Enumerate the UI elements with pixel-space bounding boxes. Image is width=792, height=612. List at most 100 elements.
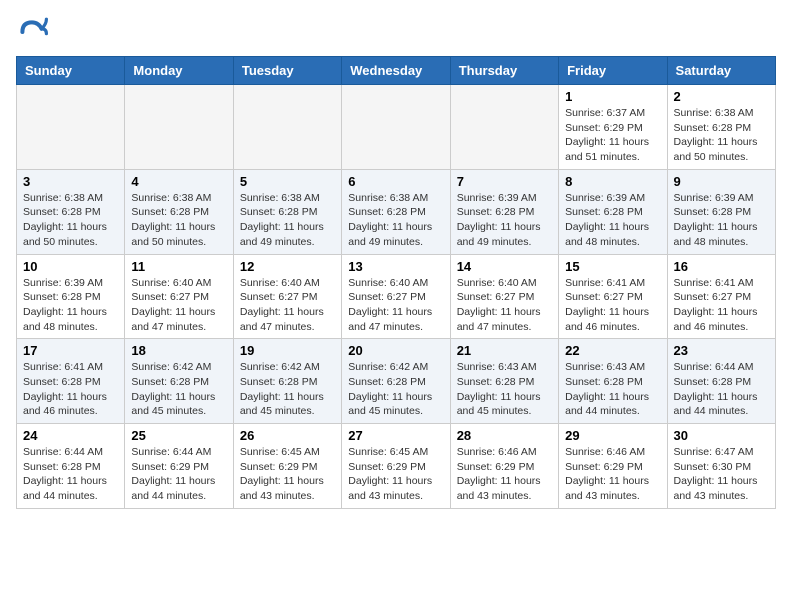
calendar-week-row: 3 Sunrise: 6:38 AM Sunset: 6:28 PM Daylig… [17, 169, 776, 254]
day-info: Sunrise: 6:37 AM Sunset: 6:29 PM Dayligh… [565, 106, 660, 165]
day-number: 29 [565, 428, 660, 443]
calendar-header-row: SundayMondayTuesdayWednesdayThursdayFrid… [17, 57, 776, 85]
day-number: 16 [674, 259, 769, 274]
col-header-tuesday: Tuesday [233, 57, 341, 85]
col-header-sunday: Sunday [17, 57, 125, 85]
logo-icon [16, 16, 48, 48]
day-number: 13 [348, 259, 443, 274]
col-header-saturday: Saturday [667, 57, 775, 85]
day-number: 5 [240, 174, 335, 189]
calendar-cell: 1 Sunrise: 6:37 AM Sunset: 6:29 PM Daylig… [559, 85, 667, 170]
day-info: Sunrise: 6:43 AM Sunset: 6:28 PM Dayligh… [457, 360, 552, 419]
calendar-week-row: 1 Sunrise: 6:37 AM Sunset: 6:29 PM Daylig… [17, 85, 776, 170]
day-number: 8 [565, 174, 660, 189]
calendar-cell: 16 Sunrise: 6:41 AM Sunset: 6:27 PM Dayli… [667, 254, 775, 339]
calendar-cell: 30Sunrise: 6:47 AM Sunset: 6:30 PM Dayli… [667, 424, 775, 509]
day-info: Sunrise: 6:44 AM Sunset: 6:28 PM Dayligh… [23, 445, 118, 504]
calendar-cell: 24 Sunrise: 6:44 AM Sunset: 6:28 PM Dayli… [17, 424, 125, 509]
calendar-cell: 8 Sunrise: 6:39 AM Sunset: 6:28 PM Daylig… [559, 169, 667, 254]
day-info: Sunrise: 6:39 AM Sunset: 6:28 PM Dayligh… [23, 276, 118, 335]
calendar-cell: 27Sunrise: 6:45 AM Sunset: 6:29 PM Dayli… [342, 424, 450, 509]
calendar-cell: 7 Sunrise: 6:39 AM Sunset: 6:28 PM Daylig… [450, 169, 558, 254]
calendar-cell: 23 Sunrise: 6:44 AM Sunset: 6:28 PM Dayli… [667, 339, 775, 424]
day-number: 12 [240, 259, 335, 274]
calendar-cell: 25 Sunrise: 6:44 AM Sunset: 6:29 PM Dayli… [125, 424, 233, 509]
calendar-cell [233, 85, 341, 170]
day-info: Sunrise: 6:40 AM Sunset: 6:27 PM Dayligh… [131, 276, 226, 335]
calendar-cell: 11 Sunrise: 6:40 AM Sunset: 6:27 PM Dayli… [125, 254, 233, 339]
day-number: 9 [674, 174, 769, 189]
day-info: Sunrise: 6:38 AM Sunset: 6:28 PM Dayligh… [674, 106, 769, 165]
day-number: 4 [131, 174, 226, 189]
day-number: 17 [23, 343, 118, 358]
calendar-cell: 2 Sunrise: 6:38 AM Sunset: 6:28 PM Daylig… [667, 85, 775, 170]
calendar-cell: 18 Sunrise: 6:42 AM Sunset: 6:28 PM Dayli… [125, 339, 233, 424]
day-number: 7 [457, 174, 552, 189]
day-number: 15 [565, 259, 660, 274]
calendar-week-row: 17Sunrise: 6:41 AM Sunset: 6:28 PM Dayli… [17, 339, 776, 424]
day-number: 25 [131, 428, 226, 443]
col-header-thursday: Thursday [450, 57, 558, 85]
calendar-cell: 3 Sunrise: 6:38 AM Sunset: 6:28 PM Daylig… [17, 169, 125, 254]
day-number: 14 [457, 259, 552, 274]
day-number: 24 [23, 428, 118, 443]
calendar-cell [450, 85, 558, 170]
day-info: Sunrise: 6:46 AM Sunset: 6:29 PM Dayligh… [457, 445, 552, 504]
day-info: Sunrise: 6:45 AM Sunset: 6:29 PM Dayligh… [240, 445, 335, 504]
day-number: 6 [348, 174, 443, 189]
calendar-cell: 13 Sunrise: 6:40 AM Sunset: 6:27 PM Dayli… [342, 254, 450, 339]
calendar-cell: 28 Sunrise: 6:46 AM Sunset: 6:29 PM Dayli… [450, 424, 558, 509]
calendar-table: SundayMondayTuesdayWednesdayThursdayFrid… [16, 56, 776, 509]
day-info: Sunrise: 6:42 AM Sunset: 6:28 PM Dayligh… [348, 360, 443, 419]
calendar-cell: 15 Sunrise: 6:41 AM Sunset: 6:27 PM Dayli… [559, 254, 667, 339]
calendar-cell: 4 Sunrise: 6:38 AM Sunset: 6:28 PM Daylig… [125, 169, 233, 254]
calendar-cell: 19Sunrise: 6:42 AM Sunset: 6:28 PM Dayli… [233, 339, 341, 424]
day-info: Sunrise: 6:43 AM Sunset: 6:28 PM Dayligh… [565, 360, 660, 419]
day-info: Sunrise: 6:39 AM Sunset: 6:28 PM Dayligh… [565, 191, 660, 250]
day-number: 26 [240, 428, 335, 443]
day-info: Sunrise: 6:41 AM Sunset: 6:27 PM Dayligh… [565, 276, 660, 335]
calendar-week-row: 24 Sunrise: 6:44 AM Sunset: 6:28 PM Dayli… [17, 424, 776, 509]
day-number: 11 [131, 259, 226, 274]
day-number: 10 [23, 259, 118, 274]
day-info: Sunrise: 6:42 AM Sunset: 6:28 PM Dayligh… [131, 360, 226, 419]
col-header-friday: Friday [559, 57, 667, 85]
day-number: 18 [131, 343, 226, 358]
day-info: Sunrise: 6:45 AM Sunset: 6:29 PM Dayligh… [348, 445, 443, 504]
day-info: Sunrise: 6:39 AM Sunset: 6:28 PM Dayligh… [457, 191, 552, 250]
day-number: 20 [348, 343, 443, 358]
calendar-cell [17, 85, 125, 170]
day-info: Sunrise: 6:39 AM Sunset: 6:28 PM Dayligh… [674, 191, 769, 250]
calendar-cell: 22Sunrise: 6:43 AM Sunset: 6:28 PM Dayli… [559, 339, 667, 424]
day-info: Sunrise: 6:42 AM Sunset: 6:28 PM Dayligh… [240, 360, 335, 419]
day-info: Sunrise: 6:40 AM Sunset: 6:27 PM Dayligh… [240, 276, 335, 335]
calendar-week-row: 10 Sunrise: 6:39 AM Sunset: 6:28 PM Dayli… [17, 254, 776, 339]
calendar-cell: 5 Sunrise: 6:38 AM Sunset: 6:28 PM Daylig… [233, 169, 341, 254]
col-header-monday: Monday [125, 57, 233, 85]
day-number: 28 [457, 428, 552, 443]
calendar-body: 1 Sunrise: 6:37 AM Sunset: 6:29 PM Daylig… [17, 85, 776, 509]
calendar-cell: 6Sunrise: 6:38 AM Sunset: 6:28 PM Daylig… [342, 169, 450, 254]
page-header [16, 16, 776, 48]
day-info: Sunrise: 6:44 AM Sunset: 6:29 PM Dayligh… [131, 445, 226, 504]
day-number: 2 [674, 89, 769, 104]
calendar-cell [125, 85, 233, 170]
calendar-cell: 14Sunrise: 6:40 AM Sunset: 6:27 PM Dayli… [450, 254, 558, 339]
day-info: Sunrise: 6:47 AM Sunset: 6:30 PM Dayligh… [674, 445, 769, 504]
day-number: 1 [565, 89, 660, 104]
day-info: Sunrise: 6:38 AM Sunset: 6:28 PM Dayligh… [131, 191, 226, 250]
day-number: 3 [23, 174, 118, 189]
calendar-cell [342, 85, 450, 170]
calendar-cell: 26 Sunrise: 6:45 AM Sunset: 6:29 PM Dayli… [233, 424, 341, 509]
day-info: Sunrise: 6:38 AM Sunset: 6:28 PM Dayligh… [23, 191, 118, 250]
day-number: 23 [674, 343, 769, 358]
calendar-cell: 20 Sunrise: 6:42 AM Sunset: 6:28 PM Dayli… [342, 339, 450, 424]
calendar-cell: 21Sunrise: 6:43 AM Sunset: 6:28 PM Dayli… [450, 339, 558, 424]
day-info: Sunrise: 6:44 AM Sunset: 6:28 PM Dayligh… [674, 360, 769, 419]
day-info: Sunrise: 6:46 AM Sunset: 6:29 PM Dayligh… [565, 445, 660, 504]
day-info: Sunrise: 6:41 AM Sunset: 6:27 PM Dayligh… [674, 276, 769, 335]
day-info: Sunrise: 6:38 AM Sunset: 6:28 PM Dayligh… [240, 191, 335, 250]
calendar-cell: 29 Sunrise: 6:46 AM Sunset: 6:29 PM Dayli… [559, 424, 667, 509]
day-info: Sunrise: 6:40 AM Sunset: 6:27 PM Dayligh… [348, 276, 443, 335]
calendar-cell: 12 Sunrise: 6:40 AM Sunset: 6:27 PM Dayli… [233, 254, 341, 339]
